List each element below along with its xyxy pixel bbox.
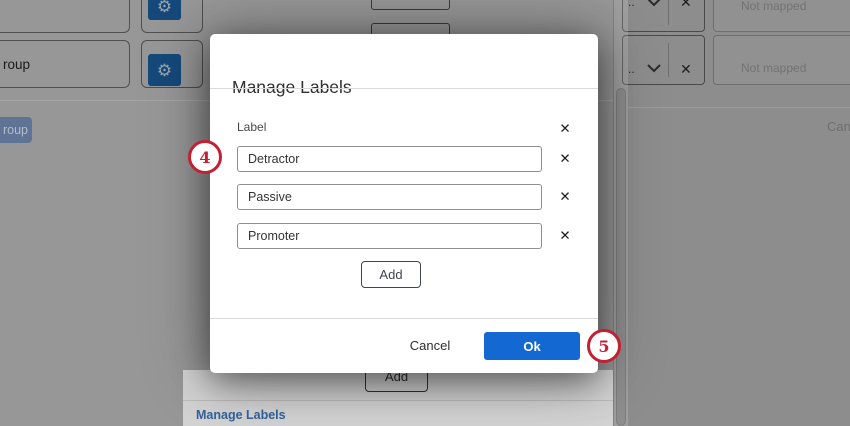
bg-add-group-button[interactable]: roup [0, 117, 32, 143]
add-label-button[interactable]: Add [361, 261, 421, 288]
screen: ⚙ roup ⚙ roup .. ✕ .. ✕ Not mapped Not m… [0, 0, 850, 426]
label-input-1[interactable] [237, 146, 542, 172]
annotation-number: 5 [598, 336, 610, 356]
chevron-down-icon[interactable] [646, 63, 662, 73]
bg-label-input-row2[interactable]: roup [0, 40, 130, 88]
ok-button-label: Ok [523, 338, 541, 354]
annotation-step-4: 4 [188, 140, 222, 174]
chevron-down-icon[interactable] [646, 0, 662, 7]
bg-mapping-combo-row1[interactable]: .. ✕ [622, 0, 705, 32]
modal-header-divider [210, 88, 598, 89]
remove-mapping-icon[interactable]: ✕ [680, 0, 692, 9]
manage-labels-link[interactable]: Manage Labels [196, 408, 286, 422]
bg-not-mapped-field-row2: Not mapped [713, 35, 850, 85]
bg-page-divider [628, 107, 850, 108]
bg-gear-button-row2[interactable]: ⚙ [148, 54, 181, 86]
label-input-3[interactable] [237, 223, 542, 249]
add-label-text: Add [379, 267, 403, 282]
bg-cancel-button[interactable]: Cancel [827, 119, 850, 135]
bg-add-group-label: roup [2, 123, 28, 137]
combo-truncated-text: .. [628, 62, 635, 76]
remove-mapping-icon[interactable]: ✕ [680, 62, 692, 76]
manage-labels-modal: Manage Labels Label ✕ ✕ ✕ ✕ Add Cancel O… [210, 34, 598, 373]
remove-label-icon[interactable]: ✕ [557, 189, 573, 205]
annotation-step-5: 5 [587, 329, 621, 363]
remove-label-icon[interactable]: ✕ [557, 151, 573, 167]
close-icon[interactable]: ✕ [557, 121, 573, 137]
modal-footer-divider [210, 318, 598, 319]
not-mapped-text: Not mapped [741, 0, 807, 13]
label-column-header: Label [237, 120, 267, 134]
cancel-button[interactable]: Cancel [395, 338, 465, 353]
scrollbar-thumb[interactable] [616, 88, 626, 426]
bg-label-input-row1[interactable] [0, 0, 130, 33]
remove-label-icon[interactable]: ✕ [557, 228, 573, 244]
gear-icon: ⚙ [156, 0, 173, 16]
bg-mapping-combo-row2[interactable]: .. ✕ [622, 35, 705, 85]
bg-gear-button-row1[interactable]: ⚙ [148, 0, 181, 20]
bg-not-mapped-field-row1: Not mapped [713, 0, 850, 32]
bg-center-input-row1[interactable] [371, 0, 450, 10]
label-input-2[interactable] [237, 184, 542, 210]
combo-truncated-text: .. [628, 0, 635, 9]
ok-button[interactable]: Ok [484, 332, 580, 360]
footer-divider [183, 400, 613, 401]
annotation-number: 4 [199, 147, 211, 167]
combo-separator [668, 43, 669, 77]
gear-icon: ⚙ [156, 60, 173, 80]
scrollbar-track[interactable] [613, 0, 628, 426]
not-mapped-text: Not mapped [741, 61, 807, 75]
combo-separator [668, 0, 669, 25]
bg-input-text: roup [3, 57, 31, 72]
